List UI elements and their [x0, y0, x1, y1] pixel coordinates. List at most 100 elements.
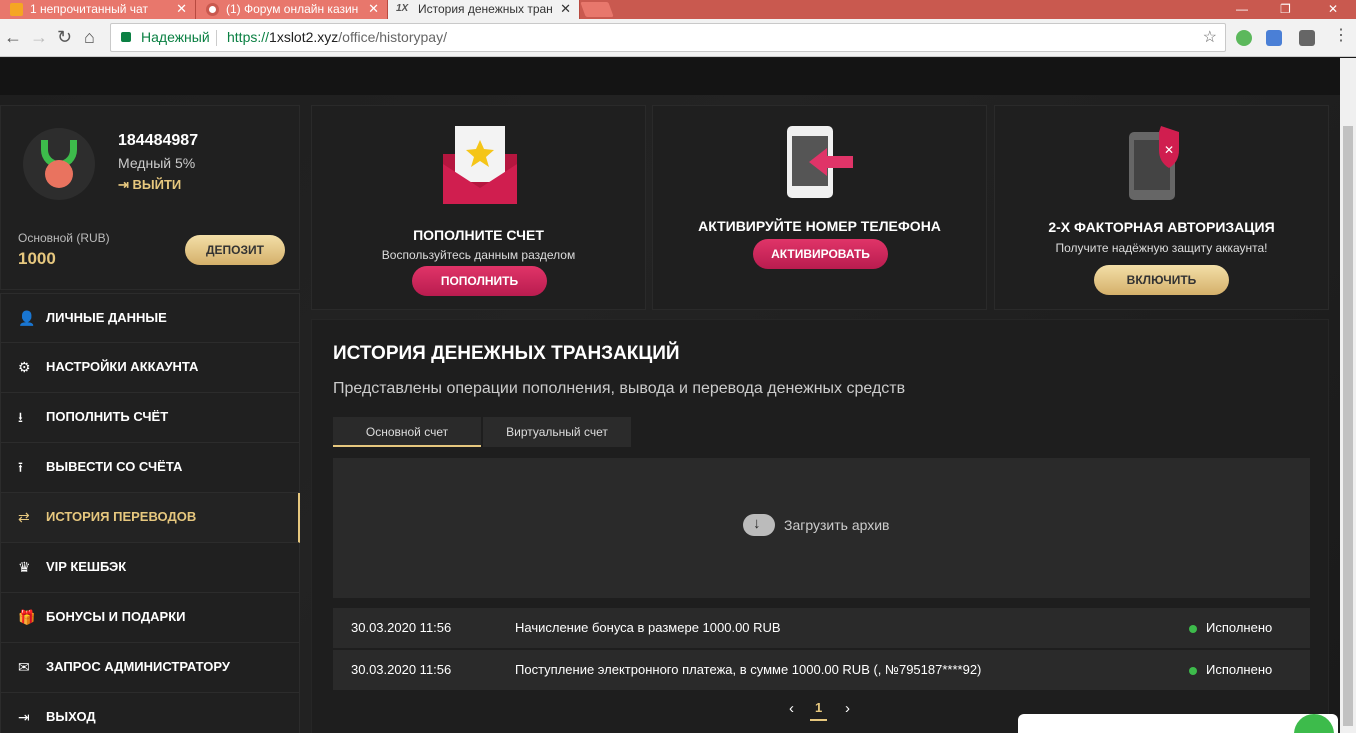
back-icon[interactable]: ← [4, 27, 22, 47]
close-window-icon[interactable]: ✕ [1328, 0, 1338, 18]
promo-deposit: ПОПОЛНИТЕ СЧЕТ Воспользуйтесь данным раз… [311, 105, 646, 310]
logout-link[interactable]: ⇥ ВЫЙТИ [118, 177, 181, 193]
tab-main-account[interactable]: Основной счет [333, 417, 481, 447]
browser-tab-history[interactable]: 1X История денежных тран ✕ [388, 0, 580, 19]
menu-item-vip-cashback[interactable]: ♛ VIP КЕШБЭК [0, 543, 300, 593]
gears-icon: ⚙ [18, 359, 31, 375]
page-subtitle: Представлены операции пополнения, вывода… [333, 380, 906, 397]
transfer-icon: ⇄ [18, 509, 30, 525]
ask-question-widget[interactable] [1018, 714, 1338, 733]
browser-tab-bar: 1 непрочитанный чат ✕ (1) Форум онлайн к… [0, 0, 1356, 19]
menu-item-label: ИСТОРИЯ ПЕРЕВОДОВ [46, 509, 197, 524]
close-icon[interactable]: ✕ [368, 0, 379, 18]
lock-icon [121, 32, 131, 42]
gift-icon: 🎁 [18, 609, 36, 625]
site-header [0, 58, 1340, 95]
promo-2fa: ✕ 2-Х ФАКТОРНАЯ АВТОРИЗАЦИЯ Получите над… [994, 105, 1329, 310]
close-icon[interactable]: ✕ [176, 0, 187, 18]
tablet-shield-icon: ✕ [1129, 126, 1179, 200]
translate-icon[interactable] [1266, 30, 1282, 46]
transaction-history-panel: ИСТОРИЯ ДЕНЕЖНЫХ ТРАНЗАКЦИЙ Представлены… [311, 319, 1329, 733]
bookmark-star-icon[interactable]: ☆ [1203, 24, 1217, 51]
url-path: /office/historypay/ [338, 29, 447, 45]
logout-icon: ⇥ [118, 177, 133, 192]
close-icon[interactable]: ✕ [560, 0, 571, 18]
forward-icon[interactable]: → [30, 27, 48, 47]
menu-item-deposit[interactable]: ⭳ ПОПОЛНИТЬ СЧЁТ [0, 393, 300, 443]
tab-virtual-account[interactable]: Виртуальный счет [483, 417, 631, 447]
side-menu: 👤 ЛИЧНЫЕ ДАННЫЕ ⚙ НАСТРОЙКИ АККАУНТА ⭳ ПОПО… [0, 293, 300, 733]
secure-label: Надежный [141, 29, 210, 45]
phone-arrow-icon [787, 126, 853, 198]
maximize-icon[interactable]: ❐ [1280, 0, 1291, 18]
browser-tab-forum[interactable]: (1) Форум онлайн казин ✕ [196, 0, 388, 19]
cloud-download-icon [743, 514, 775, 536]
scrollbar[interactable] [1340, 58, 1356, 733]
activate-button[interactable]: АКТИВИРОВАТЬ [753, 239, 888, 269]
top-up-button[interactable]: ПОПОЛНИТЬ [412, 266, 547, 296]
address-bar[interactable]: Надежный https://1xslot2.xyz/office/hist… [110, 23, 1226, 52]
menu-item-label: БОНУСЫ И ПОДАРКИ [46, 609, 186, 624]
minimize-icon[interactable]: — [1236, 0, 1248, 18]
promo-title: 2-Х ФАКТОРНАЯ АВТОРИЗАЦИЯ [1048, 219, 1275, 235]
tab-title: (1) Форум онлайн казин [226, 2, 359, 16]
1x-icon: 1X [396, 3, 409, 14]
menu-item-label: VIP КЕШБЭК [46, 559, 127, 574]
scrollbar-thumb[interactable] [1343, 126, 1353, 726]
menu-item-personal-data[interactable]: 👤 ЛИЧНЫЕ ДАННЫЕ [0, 293, 300, 343]
logout-icon: ⇥ [18, 709, 30, 725]
menu-item-label: ВЫВЕСТИ СО СЧЁТА [46, 459, 183, 474]
enable-button[interactable]: ВКЛЮЧИТЬ [1094, 265, 1229, 295]
promo-subtitle: Получите надёжную защиту аккаунта! [1055, 241, 1268, 255]
avatar [23, 128, 95, 200]
browser-tab-mail[interactable]: 1 непрочитанный чат ✕ [0, 0, 196, 19]
new-tab-button[interactable] [580, 2, 614, 17]
reload-icon[interactable]: ↻ [57, 27, 72, 47]
menu-item-label: ПОПОЛНИТЬ СЧЁТ [46, 409, 169, 424]
tab-title: 1 непрочитанный чат [30, 2, 148, 16]
extension-icon[interactable] [1299, 30, 1315, 46]
page-number-current[interactable]: 1 [810, 700, 828, 721]
transaction-date: 30.03.2020 11:56 [351, 662, 452, 677]
menu-item-transfer-history[interactable]: ⇄ ИСТОРИЯ ПЕРЕВОДОВ [0, 493, 300, 543]
promo-title: ПОПОЛНИТЕ СЧЕТ [413, 227, 544, 243]
balance: 1000 [18, 249, 56, 268]
menu-item-label: НАСТРОЙКИ АККАУНТА [46, 359, 199, 374]
transaction-status: Исполнено [1206, 620, 1273, 635]
status-dot-icon [1189, 625, 1197, 633]
transaction-date: 30.03.2020 11:56 [351, 620, 452, 635]
logout-label: ВЫЙТИ [132, 177, 182, 192]
menu-item-bonuses[interactable]: 🎁 БОНУСЫ И ПОДАРКИ [0, 593, 300, 643]
table-row: 30.03.2020 11:56 Начисление бонуса в раз… [333, 608, 1310, 648]
table-row: 30.03.2020 11:56 Поступление электронног… [333, 650, 1310, 690]
crown-icon: ♛ [18, 559, 31, 575]
svg-text:✕: ✕ [1164, 143, 1174, 157]
menu-item-logout[interactable]: ⇥ ВЫХОД [0, 693, 300, 733]
page-content: 184484987 Медный 5% ⇥ ВЫЙТИ Основной (RU… [0, 58, 1340, 733]
promo-subtitle: Воспользуйтесь данным разделом [381, 248, 576, 262]
menu-item-label: ЗАПРОС АДМИНИСТРАТОРУ [46, 659, 230, 674]
download-archive-button[interactable]: Загрузить архив [333, 458, 1310, 598]
next-page-icon[interactable]: › [845, 700, 850, 717]
envelope-star-icon [443, 126, 517, 204]
upload-icon: ⭱ [18, 459, 23, 475]
envelope-icon: ✉ [18, 659, 30, 675]
mail-icon [10, 3, 23, 16]
user-id: 184484987 [118, 132, 199, 149]
menu-item-label: ЛИЧНЫЕ ДАННЫЕ [46, 310, 167, 325]
browser-toolbar: ← → ↻ ⌂ Надежный https://1xslot2.xyz/off… [0, 19, 1356, 57]
menu-item-label: ВЫХОД [46, 709, 96, 724]
menu-item-admin-request[interactable]: ✉ ЗАПРОС АДМИНИСТРАТОРУ [0, 643, 300, 693]
deposit-button[interactable]: ДЕПОЗИТ [185, 235, 285, 265]
menu-item-account-settings[interactable]: ⚙ НАСТРОЙКИ АККАУНТА [0, 343, 300, 393]
page-title: ИСТОРИЯ ДЕНЕЖНЫХ ТРАНЗАКЦИЙ [333, 343, 680, 364]
menu-item-withdraw[interactable]: ⭱ ВЫВЕСТИ СО СЧЁТА [0, 443, 300, 493]
home-icon[interactable]: ⌂ [84, 27, 95, 47]
menu-icon[interactable]: ⋮ [1333, 26, 1349, 46]
prev-page-icon[interactable]: ‹ [789, 700, 794, 717]
transaction-status: Исполнено [1206, 662, 1273, 677]
extension-icon[interactable] [1236, 30, 1252, 46]
profile-card: 184484987 Медный 5% ⇥ ВЫЙТИ Основной (RU… [0, 105, 300, 290]
divider [216, 30, 217, 46]
status-dot-icon [1189, 667, 1197, 675]
